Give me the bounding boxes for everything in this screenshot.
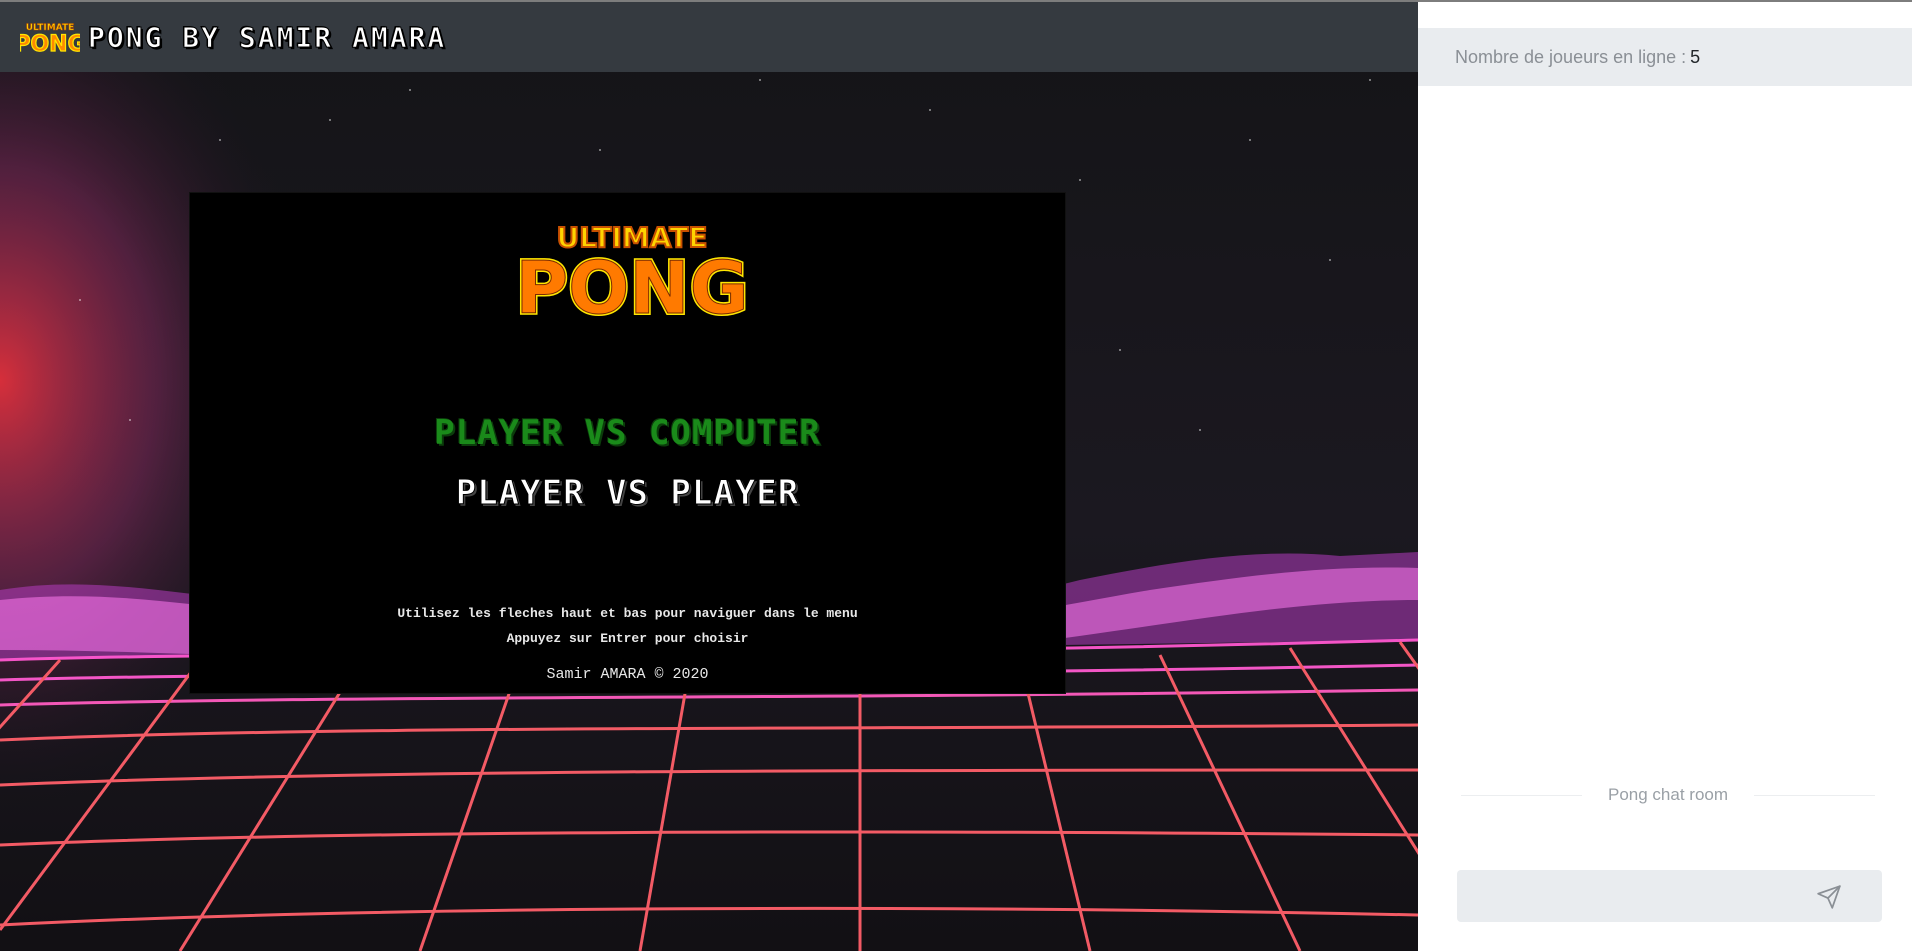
game-logo: ULTIMATE PONG PONG [517, 215, 747, 320]
online-players-label: Nombre de joueurs en ligne : [1455, 46, 1687, 67]
instruction-select: Appuyez sur Entrer pour choisir [506, 631, 749, 646]
send-icon [1817, 885, 1841, 909]
brand-logo[interactable]: ULTIMATE PONG [20, 19, 80, 55]
menu-option-player-vs-player[interactable]: PLAYER VS PLAYER [190, 473, 1065, 514]
divider-line-left [1461, 794, 1582, 796]
chat-messages-area[interactable] [1418, 86, 1912, 756]
game-canvas[interactable]: ULTIMATE PONG PONG PLAYER VS COMPUTER PL… [190, 193, 1065, 693]
chat-panel: Nombre de joueurs en ligne : 5 Pong chat… [1418, 0, 1912, 951]
send-button[interactable] [1816, 884, 1842, 910]
top-navbar: ULTIMATE PONG PONG BY SAMIR AMARA [0, 0, 1418, 72]
menu-option-player-vs-computer[interactable]: PLAYER VS COMPUTER [190, 413, 1065, 453]
ultimate-pong-title-icon: ULTIMATE PONG PONG [517, 220, 747, 320]
chat-input-container [1457, 870, 1882, 922]
divider-line-right [1754, 794, 1876, 796]
chat-room-divider: Pong chat room [1461, 785, 1876, 805]
online-players-bar: Nombre de joueurs en ligne : 5 [1418, 28, 1912, 86]
instruction-navigate: Utilisez les fleches haut et bas pour na… [397, 606, 858, 621]
page: ULTIMATE PONG PONG BY SAMIR AMARA ULTIMA… [0, 0, 1912, 951]
game-area: ULTIMATE PONG PONG BY SAMIR AMARA ULTIMA… [0, 0, 1418, 951]
logo-small-line2: PONG [20, 32, 80, 55]
chat-message-input[interactable] [1457, 870, 1817, 922]
online-players-count: 5 [1690, 46, 1701, 67]
site-title: PONG BY SAMIR AMARA [87, 20, 447, 54]
copyright-text: Samir AMARA © 2020 [546, 666, 709, 683]
game-logo-line2-outline: PONG [517, 246, 747, 320]
ultimate-pong-logo-icon: ULTIMATE PONG [20, 23, 80, 55]
chat-room-label: Pong chat room [1608, 785, 1729, 804]
